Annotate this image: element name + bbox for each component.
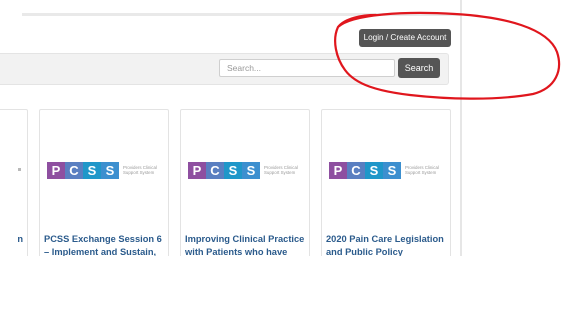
course-card-partial[interactable]: n	[0, 109, 28, 256]
course-card[interactable]: P C S S Providers Clinical Support Syste…	[39, 109, 169, 256]
course-card[interactable]: P C S S Providers Clinical Support Syste…	[321, 109, 451, 256]
pcss-logo: P C S S Providers Clinical Support Syste…	[188, 161, 309, 179]
logo-tile: S	[224, 161, 242, 179]
logo-tile: S	[365, 161, 383, 179]
pcss-logo: P C S S Providers Clinical Support Syste…	[329, 161, 450, 179]
logo-tagline: Providers Clinical Support System	[405, 165, 439, 175]
logo-tile: S	[101, 161, 119, 179]
logo-tile: S	[83, 161, 101, 179]
login-create-account-button[interactable]: Login / Create Account	[359, 29, 451, 47]
logo-tile: C	[206, 161, 224, 179]
logo-tile: P	[188, 161, 206, 179]
course-card[interactable]: P C S S Providers Clinical Support Syste…	[180, 109, 310, 256]
logo-tagline: Providers Clinical Support System	[264, 165, 298, 175]
logo-tile: C	[347, 161, 365, 179]
search-button[interactable]: Search	[398, 58, 440, 78]
card-thumbnail-fragment	[18, 168, 21, 171]
card-title[interactable]: PCSS Exchange Session 6 – Implement and …	[44, 233, 166, 256]
page-content: Login / Create Account Search n P C S S …	[0, 0, 462, 256]
search-input[interactable]	[219, 59, 395, 77]
logo-tile: P	[47, 161, 65, 179]
logo-tile: S	[242, 161, 260, 179]
logo-tile: C	[65, 161, 83, 179]
logo-tile: P	[329, 161, 347, 179]
card-title[interactable]: 2020 Pain Care Legislation and Public Po…	[326, 233, 448, 256]
search-bar: Search	[0, 53, 449, 85]
logo-tile: S	[383, 161, 401, 179]
logo-tagline: Providers Clinical Support System	[123, 165, 157, 175]
pcss-logo: P C S S Providers Clinical Support Syste…	[47, 161, 168, 179]
card-title: n	[17, 234, 23, 244]
card-title[interactable]: Improving Clinical Practice with Patient…	[185, 233, 307, 256]
top-divider	[22, 13, 460, 16]
